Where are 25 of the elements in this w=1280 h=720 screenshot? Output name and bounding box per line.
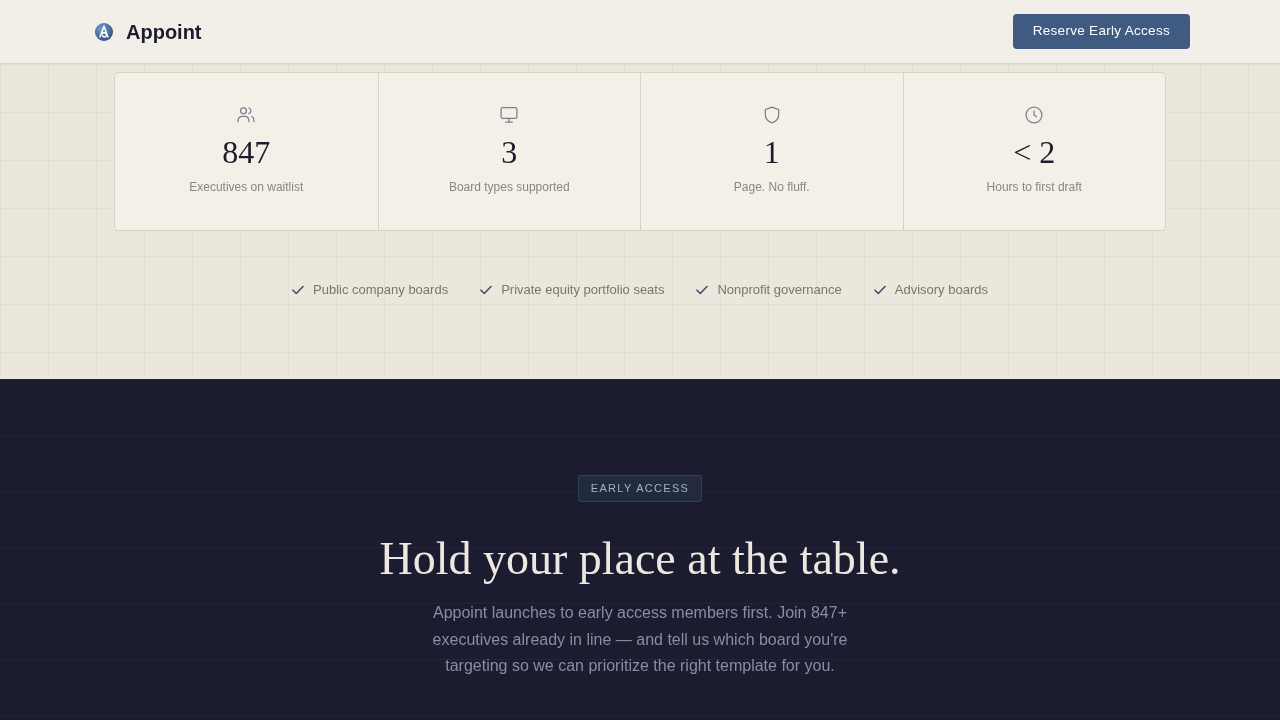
check-icon [480, 284, 493, 295]
monitor-icon [499, 105, 520, 125]
section-description: Appoint launches to early access members first. Join 847+ executives already in line — and tell us which board you're targeting so we can prioritize the right template for you. [431, 603, 849, 676]
section-heading: Hold your place at the table. [379, 533, 901, 584]
check-icon [292, 284, 304, 295]
stat-label: Page. No fluff. [733, 179, 810, 195]
people-icon [236, 105, 257, 125]
feature-label: Nonprofit governance [717, 281, 842, 299]
check-icon [873, 284, 886, 295]
logo-icon [95, 22, 113, 41]
stat-label: Hours to first draft [986, 179, 1082, 195]
clock-icon [1024, 105, 1045, 125]
stat-value: 1 [763, 134, 780, 170]
stat-label: Executives on waitlist [189, 179, 304, 195]
reserve-early-access-button[interactable]: Reserve Early Access [1012, 14, 1190, 49]
brand-name: Appoint [126, 19, 202, 45]
feature-label: Advisory boards [894, 281, 988, 299]
stat-value: < 2 [1013, 134, 1056, 170]
stat-value: 847 [222, 134, 271, 170]
stat-value: 3 [501, 134, 518, 170]
feature-label: Public company boards [313, 281, 449, 299]
early-access-badge: EARLY ACCESS [577, 475, 703, 502]
stat-label: Board types supported [448, 179, 570, 195]
feature-label: Private equity portfolio seats [501, 281, 665, 299]
check-icon [696, 284, 709, 295]
